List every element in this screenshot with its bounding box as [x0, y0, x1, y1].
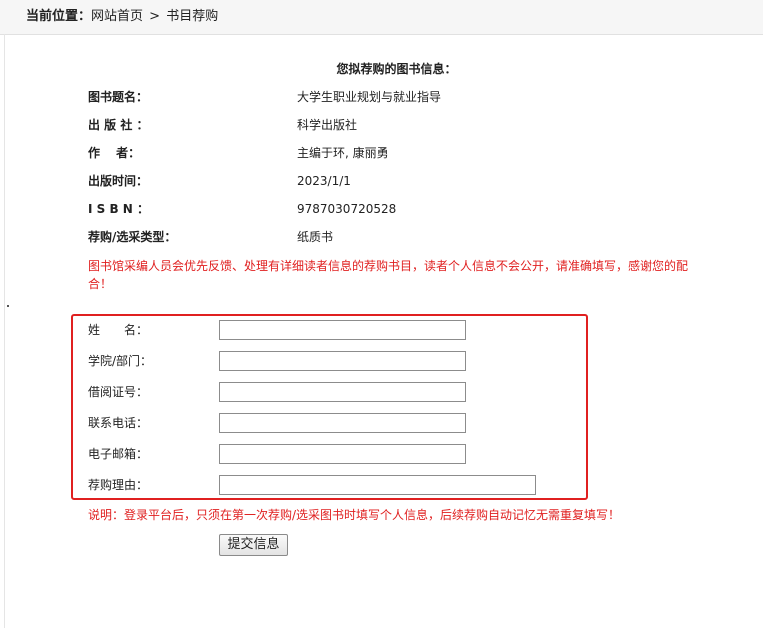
reader-info-form-highlight	[71, 314, 588, 500]
submit-button[interactable]: 提交信息	[219, 534, 288, 556]
info-value: 2023/1/1	[297, 174, 351, 188]
instruction-tip: 说明：登录平台后，只须在第一次荐购/选采图书时填写个人信息，后续荐购自动记忆无需…	[88, 508, 621, 522]
stray-dot	[7, 305, 9, 307]
email-label: 电子邮箱：	[88, 447, 149, 461]
breadcrumb-current: 书目荐购	[166, 9, 219, 24]
info-label: 作 者：	[88, 146, 141, 160]
reason-label: 荐购理由：	[88, 478, 149, 492]
breadcrumb-separator: >	[149, 9, 161, 24]
phone-input[interactable]	[219, 413, 466, 433]
department-label: 学院/部门：	[88, 354, 153, 368]
page: 当前位置：网站首页 > 书目荐购 您拟荐购的图书信息： 图书题名： 大学生职业规…	[0, 0, 763, 628]
breadcrumb: 当前位置：网站首页 > 书目荐购	[0, 0, 763, 35]
content-left-border	[4, 34, 5, 628]
name-label: 姓 名：	[88, 323, 149, 337]
privacy-notice: 图书馆采编人员会优先反馈、处理有详细读者信息的荐购书目，读者个人信息不会公开，请…	[88, 259, 689, 291]
info-value: 科学出版社	[297, 118, 358, 132]
email-input[interactable]	[219, 444, 466, 464]
info-label: 图书题名：	[88, 90, 149, 104]
breadcrumb-home-link[interactable]: 网站首页	[91, 9, 143, 24]
info-label: 荐购/选采类型：	[88, 230, 177, 244]
info-value: 9787030720528	[297, 202, 397, 216]
phone-label: 联系电话：	[88, 416, 149, 430]
info-label: I S B N ：	[88, 202, 150, 216]
info-value: 主编于环, 康丽勇	[297, 146, 389, 160]
info-label: 出版时间：	[88, 174, 149, 188]
library-card-input[interactable]	[219, 382, 466, 402]
name-input[interactable]	[219, 320, 466, 340]
info-value: 纸质书	[297, 230, 334, 244]
department-input[interactable]	[219, 351, 466, 371]
book-info-title: 您拟荐购的图书信息：	[336, 62, 457, 76]
reason-input[interactable]	[219, 475, 536, 495]
breadcrumb-label: 当前位置：	[26, 9, 92, 24]
info-value: 大学生职业规划与就业指导	[297, 90, 442, 104]
library-card-label: 借阅证号：	[88, 385, 149, 399]
info-label: 出 版 社 ：	[88, 118, 149, 132]
